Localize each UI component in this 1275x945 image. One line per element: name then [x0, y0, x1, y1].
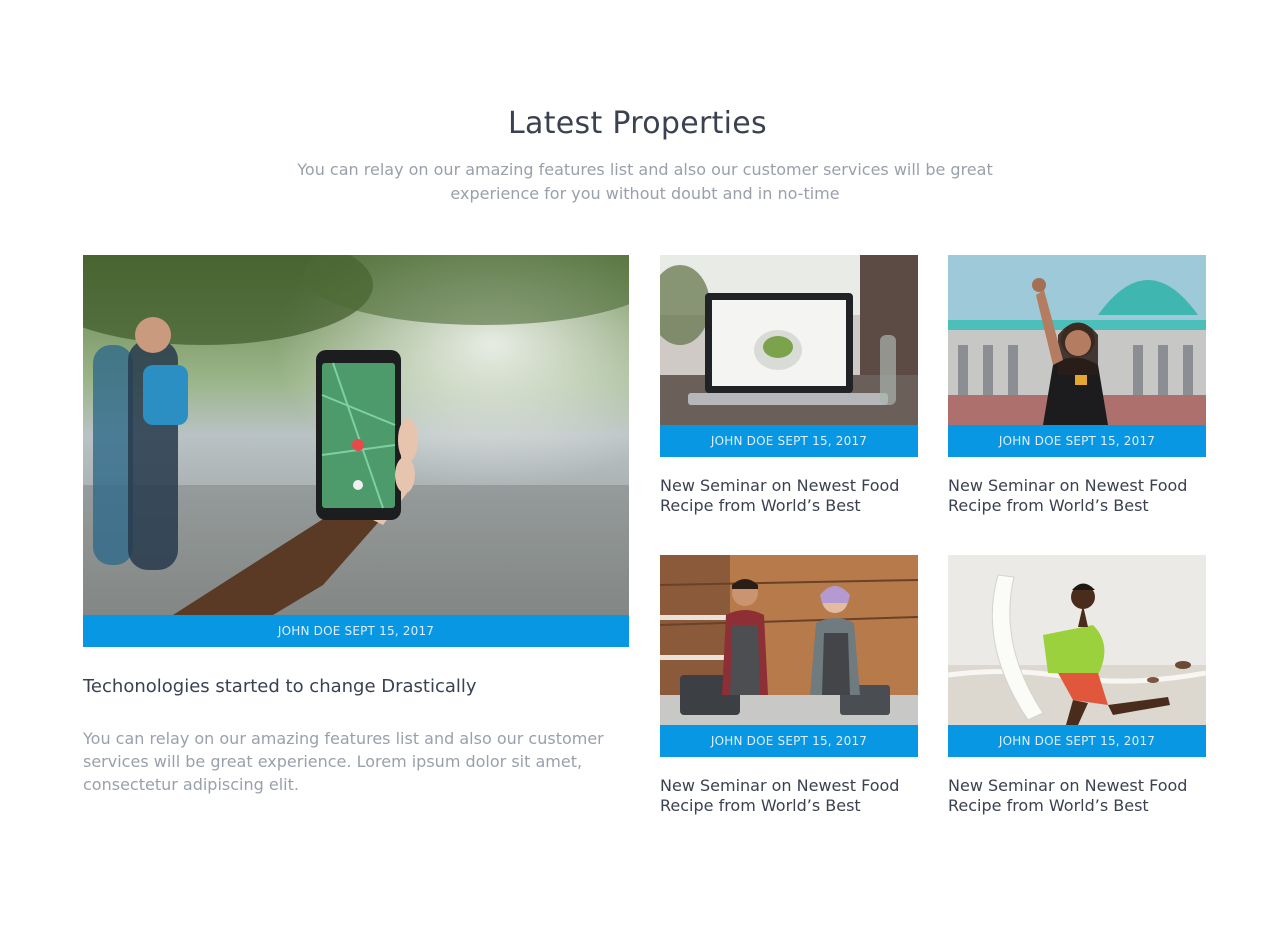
post-title[interactable]: New Seminar on Newest Food Recipe from W… — [660, 776, 918, 816]
post-card[interactable]: JOHN DOE SEPT 15, 2017 New Seminar on Ne… — [660, 555, 918, 815]
graduate-photo — [948, 255, 1206, 425]
post-photo[interactable] — [660, 555, 918, 725]
post-photo[interactable] — [948, 555, 1206, 725]
phone-game-photo — [83, 255, 629, 615]
post-title[interactable]: New Seminar on Newest Food Recipe from W… — [660, 476, 918, 516]
baristas-photo — [660, 555, 918, 725]
post-meta: JOHN DOE SEPT 15, 2017 — [660, 425, 918, 457]
post-card[interactable]: JOHN DOE SEPT 15, 2017 New Seminar on Ne… — [660, 255, 918, 515]
surfer-photo — [948, 555, 1206, 725]
section-subtitle: You can relay on our amazing features li… — [297, 160, 993, 203]
section-title: Latest Properties — [508, 106, 767, 141]
post-meta: JOHN DOE SEPT 15, 2017 — [948, 725, 1206, 757]
featured-meta: JOHN DOE SEPT 15, 2017 — [83, 615, 629, 647]
post-card[interactable]: JOHN DOE SEPT 15, 2017 New Seminar on Ne… — [948, 555, 1206, 815]
post-meta: JOHN DOE SEPT 15, 2017 — [660, 725, 918, 757]
featured-title[interactable]: Techonologies started to change Drastica… — [83, 676, 477, 697]
post-title[interactable]: New Seminar on Newest Food Recipe from W… — [948, 776, 1206, 816]
post-meta: JOHN DOE SEPT 15, 2017 — [948, 425, 1206, 457]
featured-card[interactable]: JOHN DOE SEPT 15, 2017 — [83, 255, 629, 647]
post-title[interactable]: New Seminar on Newest Food Recipe from W… — [948, 476, 1206, 516]
featured-description: You can relay on our amazing features li… — [83, 729, 604, 794]
post-photo[interactable] — [660, 255, 918, 425]
featured-photo[interactable] — [83, 255, 629, 615]
post-photo[interactable] — [948, 255, 1206, 425]
post-card[interactable]: JOHN DOE SEPT 15, 2017 New Seminar on Ne… — [948, 255, 1206, 515]
laptop-food-photo — [660, 255, 918, 425]
